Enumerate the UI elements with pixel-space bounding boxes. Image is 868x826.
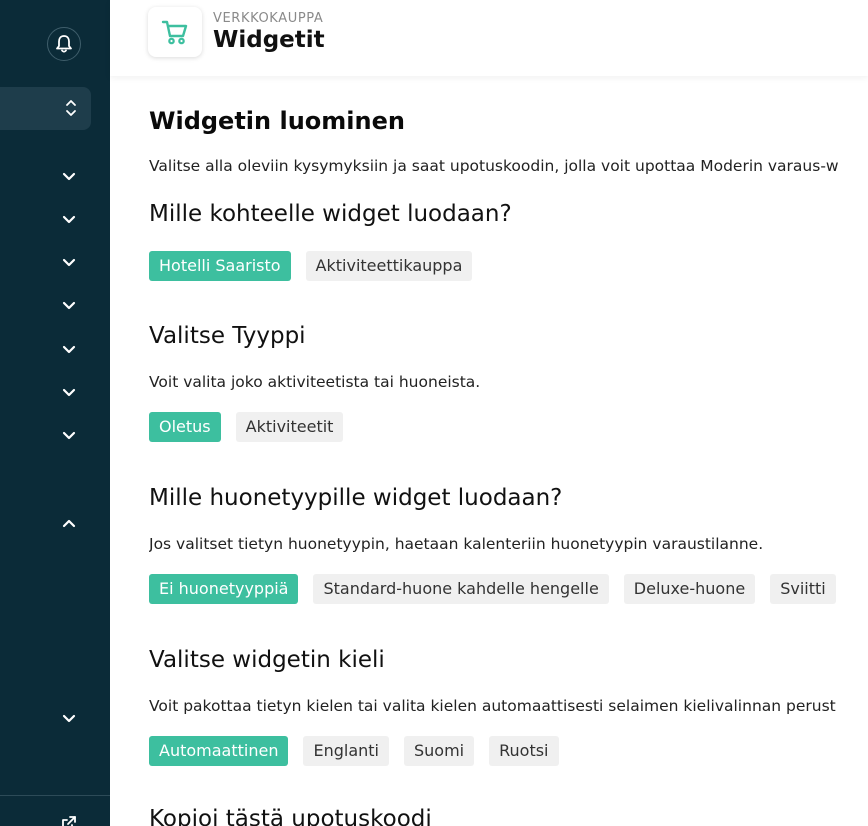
nav-group-3-toggle[interactable] <box>59 253 79 273</box>
section-heading: Widgetin luominen <box>149 107 405 135</box>
nav-group-7-toggle[interactable] <box>59 426 79 446</box>
nav-group-9-toggle[interactable] <box>59 709 79 729</box>
nav-group-2-toggle[interactable] <box>59 210 79 230</box>
chevron-down-icon <box>62 258 76 267</box>
chevron-down-icon <box>62 301 76 310</box>
account-switcher[interactable] <box>0 87 91 130</box>
option-aktiviteettikauppa[interactable]: Aktiviteettikauppa <box>305 251 473 281</box>
language-options: Automaattinen Englanti Suomi Ruotsi <box>149 736 559 766</box>
option-deluxe-huone[interactable]: Deluxe-huone <box>623 574 756 604</box>
target-options: Hotelli Saaristo Aktiviteettikauppa <box>149 251 473 281</box>
nav-group-1-toggle[interactable] <box>59 167 79 187</box>
type-description: Voit valita joko aktiviteetista tai huon… <box>149 373 481 391</box>
option-englanti[interactable]: Englanti <box>303 736 389 766</box>
external-link-icon <box>62 816 76 826</box>
nav-group-6-toggle[interactable] <box>59 383 79 403</box>
intro-text: Valitse alla oleviin kysymyksiin ja saat… <box>149 157 839 175</box>
up-down-chevron-icon <box>66 100 76 116</box>
type-question: Valitse Tyyppi <box>149 323 306 349</box>
chevron-down-icon <box>62 388 76 397</box>
chevron-down-icon <box>62 345 76 354</box>
option-aktiviteetit[interactable]: Aktiviteetit <box>235 412 344 442</box>
option-ei-huonetyyppia[interactable]: Ei huonetyyppiä <box>149 574 299 604</box>
embed-code-heading: Kopioi tästä upotuskoodi <box>149 806 432 826</box>
bell-icon <box>56 35 72 53</box>
room-type-description: Jos valitset tietyn huonetyypin, haetaan… <box>149 535 764 553</box>
language-description: Voit pakottaa tietyn kielen tai valita k… <box>149 697 836 715</box>
chevron-down-icon <box>62 714 76 723</box>
option-sviitti[interactable]: Sviitti <box>770 574 836 604</box>
sidebar-divider <box>0 795 110 796</box>
option-oletus[interactable]: Oletus <box>149 412 221 442</box>
target-question: Mille kohteelle widget luodaan? <box>149 201 512 227</box>
chevron-down-icon <box>62 431 76 440</box>
chevron-down-icon <box>62 172 76 181</box>
room-type-question: Mille huonetyypille widget luodaan? <box>149 485 563 511</box>
nav-group-5-toggle[interactable] <box>59 340 79 360</box>
type-options: Oletus Aktiviteetit <box>149 412 344 442</box>
external-link-button[interactable] <box>61 815 77 826</box>
chevron-down-icon <box>62 215 76 224</box>
option-suomi[interactable]: Suomi <box>403 736 475 766</box>
chevron-up-icon <box>62 519 76 528</box>
sidebar <box>0 0 110 826</box>
option-hotelli-saaristo[interactable]: Hotelli Saaristo <box>149 251 291 281</box>
option-ruotsi[interactable]: Ruotsi <box>489 736 559 766</box>
room-type-options: Ei huonetyyppiä Standard-huone kahdelle … <box>149 574 836 604</box>
option-standard-huone[interactable]: Standard-huone kahdelle hengelle <box>313 574 609 604</box>
main-content: Widgetin luominen Valitse alla oleviin k… <box>149 0 868 826</box>
language-question: Valitse widgetin kieli <box>149 647 385 673</box>
notifications-button[interactable] <box>47 27 81 61</box>
nav-group-4-toggle[interactable] <box>59 296 79 316</box>
option-automaattinen[interactable]: Automaattinen <box>149 736 289 766</box>
nav-group-8-toggle[interactable] <box>59 513 79 533</box>
